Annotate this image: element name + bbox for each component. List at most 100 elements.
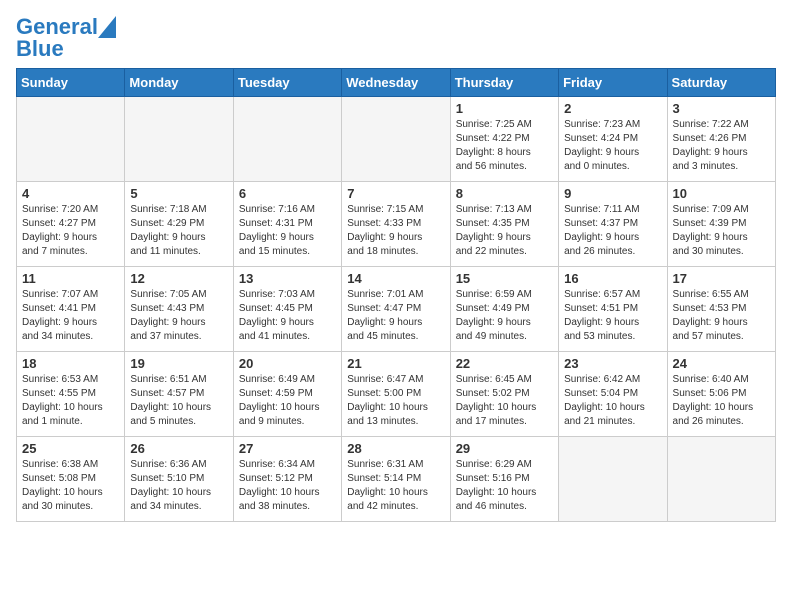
day-info: Sunrise: 6:38 AMSunset: 5:08 PMDaylight:… <box>22 458 119 514</box>
calendar-cell: 6 Sunrise: 7:16 AMSunset: 4:31 PMDaylight… <box>233 182 341 267</box>
calendar-cell: 25Sunrise: 6:38 AMSunset: 5:08 PMDayligh… <box>17 437 125 522</box>
calendar-cell: 13 Sunrise: 7:03 AMSunset: 4:45 PMDayligh… <box>233 267 341 352</box>
day-info: Sunrise: 7:09 AMSunset: 4:39 PMDaylight:… <box>673 203 770 259</box>
logo-triangle-icon <box>98 16 116 38</box>
day-number: 29 <box>456 441 553 456</box>
day-header-tuesday: Tuesday <box>233 69 341 97</box>
day-number: 27 <box>239 441 336 456</box>
day-info: Sunrise: 7:22 AMSunset: 4:26 PMDaylight:… <box>673 118 770 174</box>
calendar-cell: 10 Sunrise: 7:09 AMSunset: 4:39 PMDayligh… <box>667 182 775 267</box>
day-info: Sunrise: 7:16 AMSunset: 4:31 PMDaylight:… <box>239 203 336 259</box>
calendar-cell: 1Sunrise: 7:25 AMSunset: 4:22 PMDaylight… <box>450 97 558 182</box>
calendar-table: SundayMondayTuesdayWednesdayThursdayFrid… <box>16 68 776 522</box>
calendar-cell: 22Sunrise: 6:45 AMSunset: 5:02 PMDayligh… <box>450 352 558 437</box>
calendar-cell: 5Sunrise: 7:18 AMSunset: 4:29 PMDaylight… <box>125 182 233 267</box>
calendar-cell: 19 Sunrise: 6:51 AMSunset: 4:57 PMDayligh… <box>125 352 233 437</box>
calendar-cell: 2 Sunrise: 7:23 AMSunset: 4:24 PMDaylight… <box>559 97 667 182</box>
day-header-friday: Friday <box>559 69 667 97</box>
calendar-cell: 14Sunrise: 7:01 AMSunset: 4:47 PMDayligh… <box>342 267 450 352</box>
calendar-cell: 4 Sunrise: 7:20 AMSunset: 4:27 PMDaylight… <box>17 182 125 267</box>
calendar-cell: 18 Sunrise: 6:53 AMSunset: 4:55 PMDayligh… <box>17 352 125 437</box>
calendar-cell: 16 Sunrise: 6:57 AMSunset: 4:51 PMDayligh… <box>559 267 667 352</box>
calendar-cell: 24 Sunrise: 6:40 AMSunset: 5:06 PMDayligh… <box>667 352 775 437</box>
day-number: 2 <box>564 101 661 116</box>
day-info: Sunrise: 7:18 AMSunset: 4:29 PMDaylight:… <box>130 203 227 259</box>
day-number: 26 <box>130 441 227 456</box>
day-number: 20 <box>239 356 336 371</box>
day-number: 6 <box>239 186 336 201</box>
day-info: Sunrise: 6:45 AMSunset: 5:02 PMDaylight:… <box>456 373 553 429</box>
day-info: Sunrise: 7:03 AMSunset: 4:45 PMDaylight:… <box>239 288 336 344</box>
day-number: 24 <box>673 356 770 371</box>
day-number: 3 <box>673 101 770 116</box>
day-number: 23 <box>564 356 661 371</box>
day-info: Sunrise: 6:31 AMSunset: 5:14 PMDaylight:… <box>347 458 444 514</box>
week-row-2: 4 Sunrise: 7:20 AMSunset: 4:27 PMDaylight… <box>17 182 776 267</box>
calendar-cell: 27 Sunrise: 6:34 AMSunset: 5:12 PMDayligh… <box>233 437 341 522</box>
calendar-cell: 26 Sunrise: 6:36 AMSunset: 5:10 PMDayligh… <box>125 437 233 522</box>
day-info: Sunrise: 6:40 AMSunset: 5:06 PMDaylight:… <box>673 373 770 429</box>
week-row-5: 25Sunrise: 6:38 AMSunset: 5:08 PMDayligh… <box>17 437 776 522</box>
header-row: SundayMondayTuesdayWednesdayThursdayFrid… <box>17 69 776 97</box>
calendar-cell: 28 Sunrise: 6:31 AMSunset: 5:14 PMDayligh… <box>342 437 450 522</box>
calendar-cell <box>17 97 125 182</box>
day-number: 17 <box>673 271 770 286</box>
day-info: Sunrise: 6:47 AMSunset: 5:00 PMDaylight:… <box>347 373 444 429</box>
calendar-cell: 3 Sunrise: 7:22 AMSunset: 4:26 PMDaylight… <box>667 97 775 182</box>
day-info: Sunrise: 7:25 AMSunset: 4:22 PMDaylight:… <box>456 118 553 174</box>
calendar-cell: 29 Sunrise: 6:29 AMSunset: 5:16 PMDayligh… <box>450 437 558 522</box>
calendar-cell <box>342 97 450 182</box>
day-info: Sunrise: 6:55 AMSunset: 4:53 PMDaylight:… <box>673 288 770 344</box>
calendar-cell <box>233 97 341 182</box>
day-header-saturday: Saturday <box>667 69 775 97</box>
day-number: 4 <box>22 186 119 201</box>
day-info: Sunrise: 6:36 AMSunset: 5:10 PMDaylight:… <box>130 458 227 514</box>
day-info: Sunrise: 6:57 AMSunset: 4:51 PMDaylight:… <box>564 288 661 344</box>
week-row-4: 18 Sunrise: 6:53 AMSunset: 4:55 PMDayligh… <box>17 352 776 437</box>
day-info: Sunrise: 6:53 AMSunset: 4:55 PMDaylight:… <box>22 373 119 429</box>
day-info: Sunrise: 6:49 AMSunset: 4:59 PMDaylight:… <box>239 373 336 429</box>
day-info: Sunrise: 7:11 AMSunset: 4:37 PMDaylight:… <box>564 203 661 259</box>
calendar-cell: 8Sunrise: 7:13 AMSunset: 4:35 PMDaylight… <box>450 182 558 267</box>
day-number: 19 <box>130 356 227 371</box>
calendar-cell: 7 Sunrise: 7:15 AMSunset: 4:33 PMDaylight… <box>342 182 450 267</box>
day-info: Sunrise: 6:51 AMSunset: 4:57 PMDaylight:… <box>130 373 227 429</box>
day-number: 9 <box>564 186 661 201</box>
day-number: 10 <box>673 186 770 201</box>
day-number: 16 <box>564 271 661 286</box>
calendar-cell: 17 Sunrise: 6:55 AMSunset: 4:53 PMDayligh… <box>667 267 775 352</box>
calendar-cell: 15 Sunrise: 6:59 AMSunset: 4:49 PMDayligh… <box>450 267 558 352</box>
day-info: Sunrise: 7:20 AMSunset: 4:27 PMDaylight:… <box>22 203 119 259</box>
day-number: 21 <box>347 356 444 371</box>
day-info: Sunrise: 6:59 AMSunset: 4:49 PMDaylight:… <box>456 288 553 344</box>
day-info: Sunrise: 6:29 AMSunset: 5:16 PMDaylight:… <box>456 458 553 514</box>
day-number: 28 <box>347 441 444 456</box>
calendar-cell: 12 Sunrise: 7:05 AMSunset: 4:43 PMDayligh… <box>125 267 233 352</box>
logo: General Blue <box>16 16 116 60</box>
day-number: 13 <box>239 271 336 286</box>
calendar-cell <box>559 437 667 522</box>
day-info: Sunrise: 7:15 AMSunset: 4:33 PMDaylight:… <box>347 203 444 259</box>
calendar-cell: 20 Sunrise: 6:49 AMSunset: 4:59 PMDayligh… <box>233 352 341 437</box>
day-info: Sunrise: 6:34 AMSunset: 5:12 PMDaylight:… <box>239 458 336 514</box>
day-header-thursday: Thursday <box>450 69 558 97</box>
page-header: General Blue <box>16 16 776 60</box>
day-header-wednesday: Wednesday <box>342 69 450 97</box>
day-info: Sunrise: 7:05 AMSunset: 4:43 PMDaylight:… <box>130 288 227 344</box>
day-number: 11 <box>22 271 119 286</box>
calendar-cell: 11 Sunrise: 7:07 AMSunset: 4:41 PMDayligh… <box>17 267 125 352</box>
day-number: 18 <box>22 356 119 371</box>
week-row-1: 1Sunrise: 7:25 AMSunset: 4:22 PMDaylight… <box>17 97 776 182</box>
day-number: 15 <box>456 271 553 286</box>
day-info: Sunrise: 7:23 AMSunset: 4:24 PMDaylight:… <box>564 118 661 174</box>
day-header-sunday: Sunday <box>17 69 125 97</box>
calendar-cell: 9 Sunrise: 7:11 AMSunset: 4:37 PMDaylight… <box>559 182 667 267</box>
day-info: Sunrise: 6:42 AMSunset: 5:04 PMDaylight:… <box>564 373 661 429</box>
calendar-cell: 21 Sunrise: 6:47 AMSunset: 5:00 PMDayligh… <box>342 352 450 437</box>
logo-text-blue: Blue <box>16 38 64 60</box>
day-number: 7 <box>347 186 444 201</box>
day-number: 12 <box>130 271 227 286</box>
calendar-cell: 23 Sunrise: 6:42 AMSunset: 5:04 PMDayligh… <box>559 352 667 437</box>
day-info: Sunrise: 7:07 AMSunset: 4:41 PMDaylight:… <box>22 288 119 344</box>
day-info: Sunrise: 7:13 AMSunset: 4:35 PMDaylight:… <box>456 203 553 259</box>
